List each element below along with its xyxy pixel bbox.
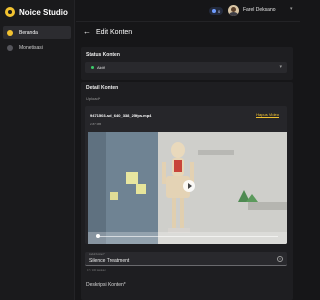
sidebar-item-monetisasi[interactable]: Monetisasi xyxy=(3,41,71,54)
video-seek-bar[interactable] xyxy=(98,236,278,237)
seek-handle[interactable] xyxy=(96,234,100,238)
content-title-field[interactable]: Judul Konten* Silence Treatment × xyxy=(85,252,287,266)
status-select[interactable]: Aktif ▾ xyxy=(85,62,287,73)
detail-card: Detail Konten Upload* 9471503-sd_640_338… xyxy=(81,82,293,300)
top-bar: 0 Farel Deksano ▾ xyxy=(76,0,300,22)
description-label: Deskripsi Konten* xyxy=(86,282,126,288)
coin-icon xyxy=(212,9,216,13)
upload-label: Upload* xyxy=(86,96,101,101)
username[interactable]: Farel Deksano xyxy=(243,7,276,13)
sidebar-item-label: Monetisasi xyxy=(19,44,43,51)
brand[interactable]: Noice Studio xyxy=(5,6,68,18)
clear-icon[interactable]: × xyxy=(277,256,283,262)
chevron-down-icon: ▾ xyxy=(279,64,282,70)
video-player[interactable] xyxy=(88,132,287,244)
brand-name: Noice Studio xyxy=(19,7,68,17)
page-title: Edit Konten xyxy=(96,28,133,36)
sidebar-item-beranda[interactable]: Beranda xyxy=(3,26,71,39)
status-card: Status Konten Aktif ▾ xyxy=(81,47,293,80)
video-upload-card: 9471503-sd_640_338_25fps.mp4 2.87 MB Hap… xyxy=(85,106,287,244)
play-button[interactable] xyxy=(183,180,195,192)
status-section-title: Status Konten xyxy=(86,52,120,58)
title-field-value: Silence Treatment xyxy=(89,258,130,264)
delete-video-link[interactable]: Hapus Video xyxy=(256,112,279,118)
back-arrow-icon[interactable]: ← xyxy=(83,28,91,36)
home-icon xyxy=(7,29,13,36)
character-counter: 17 / 100 karakter xyxy=(87,269,106,272)
file-size: 2.87 MB xyxy=(90,122,102,126)
play-icon xyxy=(187,183,192,189)
sidebar-item-label: Beranda xyxy=(19,29,38,36)
coin-badge[interactable]: 0 xyxy=(209,7,224,15)
sidebar: Noice Studio Beranda Monetisasi xyxy=(0,0,75,300)
detail-section-title: Detail Konten xyxy=(86,85,119,91)
coin-count: 0 xyxy=(218,8,221,14)
noice-logo-icon xyxy=(5,7,15,17)
chevron-down-icon[interactable]: ▾ xyxy=(290,6,293,12)
status-value: Aktif xyxy=(97,65,105,70)
title-field-label: Judul Konten* xyxy=(89,253,105,256)
file-name: 9471503-sd_640_338_25fps.mp4 xyxy=(90,113,152,118)
monetization-icon xyxy=(7,44,13,51)
status-dot-icon xyxy=(91,66,94,69)
avatar[interactable] xyxy=(228,5,239,16)
page-header: ← Edit Konten xyxy=(83,27,132,37)
